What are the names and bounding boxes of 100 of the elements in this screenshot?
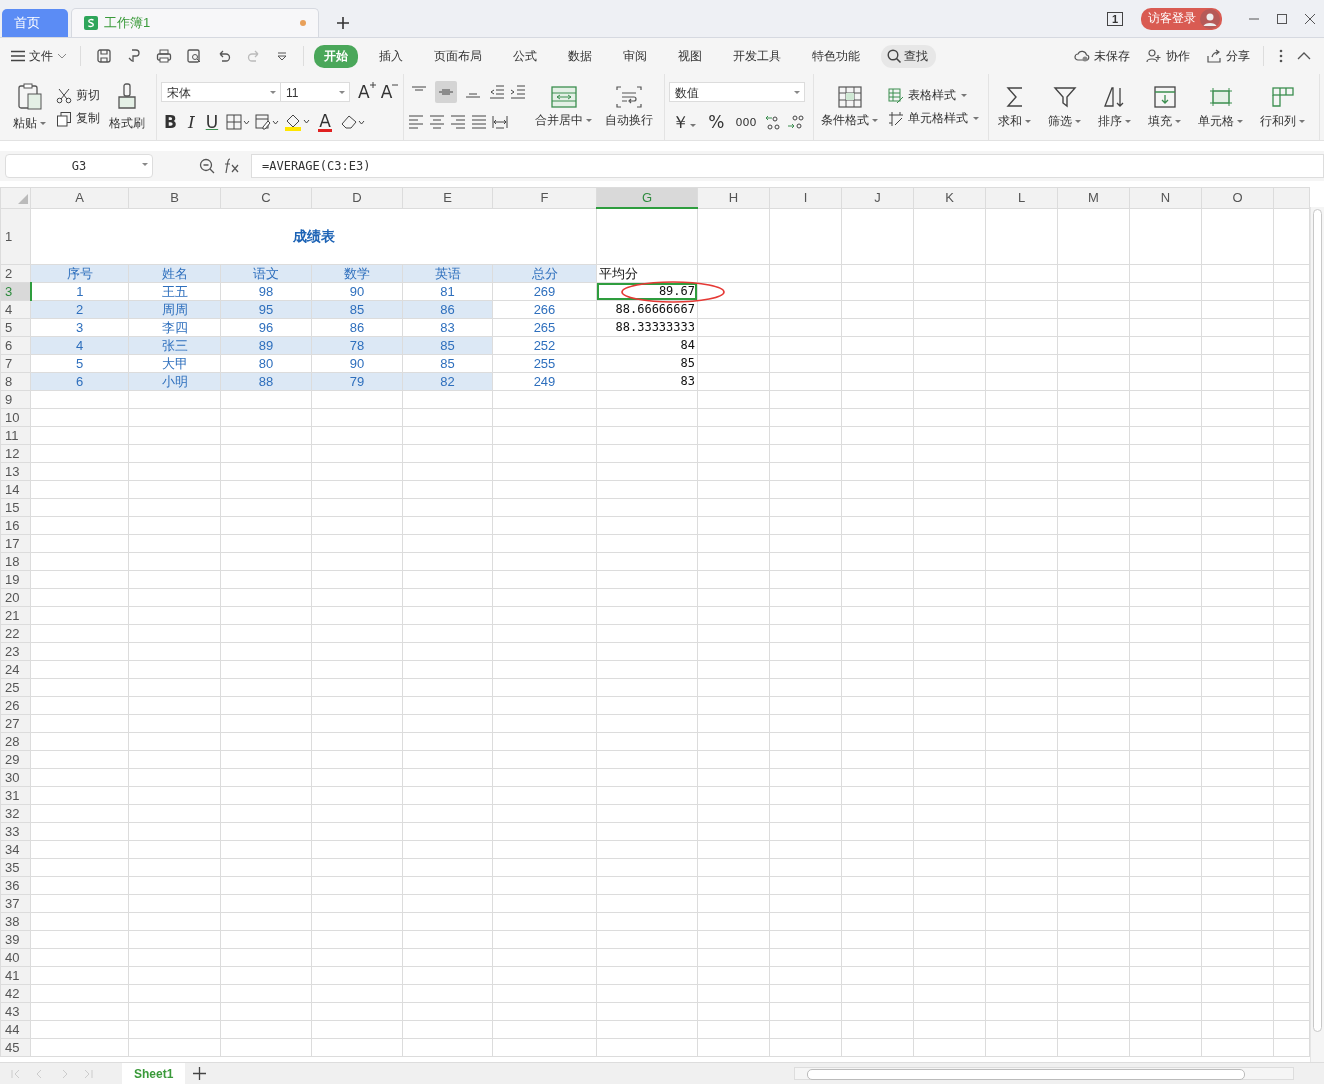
currency-button[interactable]: ￥: [669, 110, 701, 134]
caret-icon: [1074, 118, 1083, 124]
login-button[interactable]: 访客登录: [1141, 7, 1222, 30]
column-header[interactable]: M: [1057, 187, 1130, 208]
merge-center-button[interactable]: 合并居中: [532, 85, 597, 129]
decrease-font-button[interactable]: A: [377, 82, 396, 102]
copy-button[interactable]: 复制: [56, 110, 100, 127]
cell-format-icon[interactable]: [255, 114, 280, 130]
column-header[interactable]: O: [1201, 187, 1274, 208]
ribbon-tool-button[interactable]: 填充: [1143, 84, 1188, 130]
vertical-scrollbar[interactable]: [1310, 207, 1324, 1062]
more-icon[interactable]: [1279, 49, 1283, 63]
toolbar-action[interactable]: 未保存: [1071, 47, 1133, 65]
font-style-button[interactable]: I: [184, 112, 198, 132]
table-cell: 85: [402, 354, 493, 373]
increase-indent-icon[interactable]: [510, 85, 527, 99]
name-box[interactable]: G3: [5, 154, 153, 178]
share-icon: [1206, 49, 1222, 63]
sheet-tab[interactable]: Sheet1: [122, 1063, 186, 1084]
table-cell[interactable]: 84: [680, 338, 695, 352]
close-icon[interactable]: [1304, 12, 1316, 25]
column-header[interactable]: I: [769, 187, 842, 208]
column-header[interactable]: L: [985, 187, 1058, 208]
increase-font-button[interactable]: A: [355, 82, 373, 102]
horizontal-scrollbar[interactable]: [794, 1067, 1294, 1080]
column-header[interactable]: C: [220, 187, 312, 208]
ribbon-tab[interactable]: 数据: [558, 44, 602, 68]
ribbon-tool-button[interactable]: 筛选: [1043, 84, 1088, 130]
column-header[interactable]: N: [1129, 187, 1202, 208]
increase-decimal-icon[interactable]: [764, 114, 783, 130]
conditional-format-button[interactable]: 条件格式: [818, 85, 883, 129]
font-size-dropdown[interactable]: 11: [280, 82, 350, 102]
column-header[interactable]: H: [697, 187, 770, 208]
toolbar-action[interactable]: 协作: [1143, 47, 1193, 65]
fill-color-icon[interactable]: [284, 113, 311, 131]
ribbon-tab[interactable]: 特色功能: [802, 44, 870, 68]
print-icon[interactable]: [156, 48, 172, 64]
percent-button[interactable]: %: [705, 112, 728, 132]
ribbon-tool-button[interactable]: 单元格: [1193, 84, 1250, 130]
ribbon-tab[interactable]: 审阅: [613, 44, 657, 68]
collapse-icon[interactable]: [1297, 52, 1311, 60]
ribbon-tab[interactable]: 开发工具: [723, 44, 791, 68]
caret-icon: [1174, 118, 1183, 124]
font-name-dropdown[interactable]: 宋体: [161, 82, 281, 102]
page-indicator[interactable]: 1: [1106, 11, 1123, 26]
cell-style-button[interactable]: 单元格样式: [888, 110, 981, 127]
distribute-icon[interactable]: [492, 115, 509, 129]
ribbon-tool-button[interactable]: 排序: [1093, 84, 1138, 130]
caret-icon: [1236, 118, 1245, 124]
thousands-button[interactable]: 000: [732, 115, 760, 129]
customize-icon[interactable]: [276, 50, 288, 62]
table-cell: 249: [492, 372, 597, 391]
maximize-icon[interactable]: [1276, 12, 1288, 25]
decrease-decimal-icon[interactable]: [787, 114, 806, 130]
column-header[interactable]: F: [492, 187, 597, 208]
decrease-indent-icon[interactable]: [489, 85, 506, 99]
column-header[interactable]: E: [402, 187, 493, 208]
file-menu[interactable]: 文件: [8, 47, 70, 65]
merge-cells-icon: [551, 85, 578, 108]
font-style-button[interactable]: B: [161, 112, 180, 132]
column-header[interactable]: J: [841, 187, 914, 208]
document-tab[interactable]: 工作簿1: [71, 8, 319, 37]
wrap-text-button[interactable]: 自动换行: [602, 85, 657, 129]
row-header[interactable]: 1: [0, 208, 31, 265]
print-preview-icon[interactable]: [186, 48, 202, 64]
spreadsheet-icon: [84, 16, 98, 30]
add-sheet-icon[interactable]: [193, 1067, 207, 1080]
fill-down-icon: [1153, 84, 1178, 109]
font-style-button[interactable]: U: [202, 112, 222, 132]
ribbon-tab[interactable]: 页面布局: [424, 44, 492, 68]
search-button[interactable]: 查找: [881, 44, 936, 68]
paste-button[interactable]: 粘贴: [10, 82, 50, 132]
wrap-text-icon: [616, 85, 643, 108]
number-format-dropdown[interactable]: 数值: [669, 82, 806, 102]
table-style-button[interactable]: 表格样式: [888, 87, 981, 104]
column-header[interactable]: K: [913, 187, 986, 208]
ribbon-tool-button[interactable]: 行和列: [1255, 84, 1312, 130]
ribbon-tab[interactable]: 插入: [369, 44, 413, 68]
column-heading: 平均分: [596, 264, 698, 283]
cut-button[interactable]: 剪切: [56, 87, 100, 104]
borders-icon[interactable]: [226, 114, 251, 130]
font-color-button[interactable]: A: [315, 112, 336, 132]
toolbar-action[interactable]: 分享: [1203, 47, 1253, 65]
brush-icon: [116, 82, 138, 111]
column-header[interactable]: B: [128, 187, 221, 208]
save-icon[interactable]: [96, 48, 112, 64]
table-cell[interactable]: 83: [680, 374, 695, 388]
clipboard-icon: [17, 82, 43, 111]
ribbon-tab[interactable]: 视图: [668, 44, 712, 68]
ribbon-tab[interactable]: 公式: [503, 44, 547, 68]
table-cell[interactable]: 85: [680, 356, 695, 370]
column-header[interactable]: D: [311, 187, 403, 208]
zoom-icon[interactable]: [199, 158, 215, 174]
function-icon[interactable]: [223, 158, 241, 174]
ribbon-tool-button[interactable]: 求和: [993, 84, 1038, 130]
vertical-align-icon[interactable]: [435, 81, 458, 103]
formula-field[interactable]: =AVERAGE(C3:E3): [251, 154, 1324, 178]
format-painter-button[interactable]: 格式刷: [106, 82, 148, 132]
eraser-icon[interactable]: [340, 114, 367, 130]
column-header[interactable]: A: [30, 187, 129, 208]
